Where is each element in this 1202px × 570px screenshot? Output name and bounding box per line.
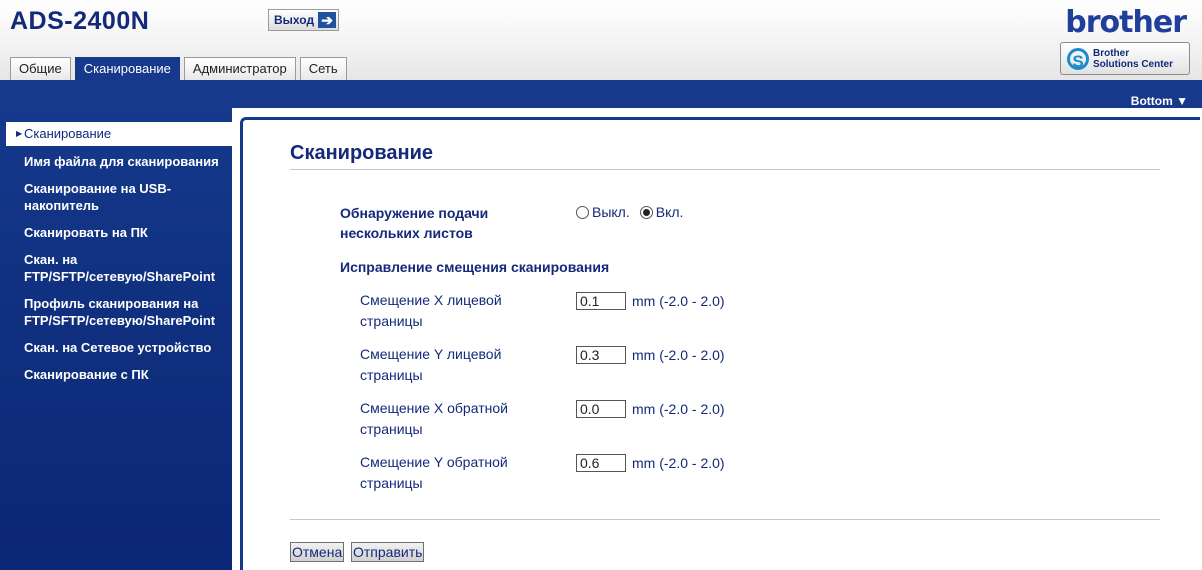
offset-label: страницы <box>360 475 423 491</box>
solutions-line-2: Solutions Center <box>1093 58 1174 70</box>
tab-administrator[interactable]: Администратор <box>183 57 296 80</box>
tab-network[interactable]: Сеть <box>299 57 347 80</box>
sidebar-item-label: Сканирование <box>24 126 112 141</box>
offset-label: Смещение Y обратной <box>360 454 508 470</box>
back-y-offset-input[interactable] <box>576 454 626 472</box>
sidebar-item-scan-ftp[interactable]: Скан. на FTP/SFTP/сетевую/SharePoint <box>24 251 215 285</box>
multifeed-label-2: нескольких листов <box>340 225 473 241</box>
offset-label: страницы <box>360 421 423 437</box>
offset-label: страницы <box>360 313 423 329</box>
front-x-offset-input[interactable] <box>576 292 626 310</box>
logout-button[interactable]: Выход ➔ <box>268 9 340 31</box>
multifeed-on-label: Вкл. <box>655 204 684 220</box>
title-divider <box>290 169 1160 170</box>
brother-logo: brother <box>1065 5 1187 40</box>
solutions-line-1: Brother <box>1093 47 1130 59</box>
multifeed-label-1: Обнаружение подачи <box>340 205 489 221</box>
cancel-button[interactable]: Отмена <box>290 542 345 562</box>
solutions-center-button[interactable]: S Brother Solutions Center <box>1060 42 1190 75</box>
page-title: Сканирование <box>290 142 434 164</box>
solutions-center-icon: S <box>1067 47 1089 71</box>
triangle-right-icon: ▶ <box>16 129 23 138</box>
logout-label: Выход <box>274 13 315 27</box>
arrow-right-icon: ➔ <box>318 12 337 28</box>
offset-unit: mm (-2.0 - 2.0) <box>632 455 725 471</box>
form-divider <box>290 519 1160 520</box>
offset-label: Смещение Y лицевой <box>360 346 502 362</box>
tab-bar: Общие Сканирование Администратор Сеть <box>10 57 351 81</box>
sidebar-item-scan-network-device[interactable]: Скан. на Сетевое устройство <box>24 339 211 356</box>
sidebar-item-scan-pc[interactable]: Сканировать на ПК <box>24 224 148 241</box>
nav-bar <box>0 80 1202 108</box>
multifeed-off-radio[interactable] <box>576 205 589 219</box>
offset-unit: mm (-2.0 - 2.0) <box>632 401 725 417</box>
tab-scan[interactable]: Сканирование <box>74 57 180 81</box>
offset-unit: mm (-2.0 - 2.0) <box>632 347 725 363</box>
offset-unit: mm (-2.0 - 2.0) <box>632 293 725 309</box>
tab-general[interactable]: Общие <box>10 57 71 80</box>
sidebar-item-scan-from-pc[interactable]: Сканирование с ПК <box>24 366 149 383</box>
back-x-offset-input[interactable] <box>576 400 626 418</box>
offset-heading: Исправление смещения сканирования <box>340 259 610 275</box>
offset-label: Смещение X лицевой <box>360 292 502 308</box>
sidebar-item-scan-profile[interactable]: Профиль сканирования на FTP/SFTP/сетевую… <box>24 295 215 329</box>
front-y-offset-input[interactable] <box>576 346 626 364</box>
sidebar-item-scan-filename[interactable]: Имя файла для сканирования <box>24 153 219 170</box>
bottom-link[interactable]: Bottom ▼ <box>1131 94 1188 108</box>
offset-label: страницы <box>360 367 423 383</box>
submit-button[interactable]: Отправить <box>351 542 425 562</box>
multifeed-off-label: Выкл. <box>592 204 630 220</box>
sidebar-item-scan-usb[interactable]: Сканирование на USB- накопитель <box>24 180 171 214</box>
offset-label: Смещение X обратной <box>360 400 508 416</box>
multifeed-radio-group: Выкл. Вкл. <box>576 204 683 220</box>
model-name: ADS-2400N <box>10 7 150 35</box>
sidebar-item-scan[interactable]: ▶ Сканирование <box>6 122 232 146</box>
multifeed-on-radio[interactable] <box>639 205 653 219</box>
